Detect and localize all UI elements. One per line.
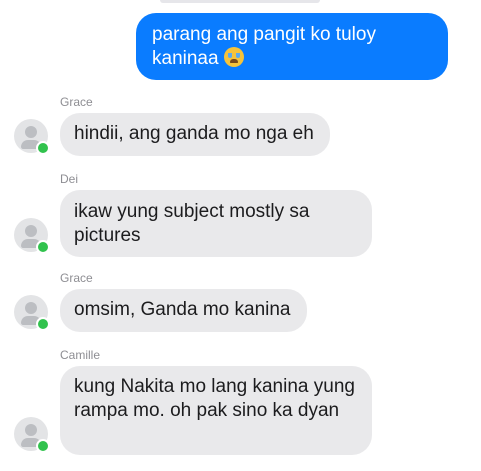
avatar-head xyxy=(25,424,37,436)
avatar-head xyxy=(25,225,37,237)
avatar[interactable] xyxy=(14,119,50,155)
online-status-indicator xyxy=(36,141,50,155)
online-status-indicator xyxy=(36,240,50,254)
avatar-head xyxy=(25,126,37,138)
avatar-head xyxy=(25,302,37,314)
incoming-message-bubble[interactable]: kung Nakita mo lang kanina yung rampa mo… xyxy=(60,366,372,455)
sender-name: Camille xyxy=(60,348,101,362)
avatar[interactable] xyxy=(14,417,50,453)
avatar[interactable] xyxy=(14,218,50,254)
outgoing-message-bubble[interactable]: parang ang pangit ko tuloy kaninaa xyxy=(136,13,448,80)
avatar[interactable] xyxy=(14,295,50,331)
online-status-indicator xyxy=(36,317,50,331)
outgoing-message-text: parang ang pangit ko tuloy xyxy=(152,24,376,45)
outgoing-message-text-line2: kaninaa xyxy=(152,48,219,69)
online-status-indicator xyxy=(36,439,50,453)
sender-name: Grace xyxy=(60,95,93,109)
incoming-message-bubble[interactable]: omsim, Ganda mo kanina xyxy=(60,289,307,332)
incoming-message-bubble[interactable]: ikaw yung subject mostly sa pictures xyxy=(60,190,372,257)
previous-message-edge xyxy=(160,0,320,3)
loudly-crying-face-icon xyxy=(223,47,244,67)
sender-name: Grace xyxy=(60,271,93,285)
incoming-message-bubble[interactable]: hindii, ang ganda mo nga eh xyxy=(60,113,330,156)
sender-name: Dei xyxy=(60,172,79,186)
